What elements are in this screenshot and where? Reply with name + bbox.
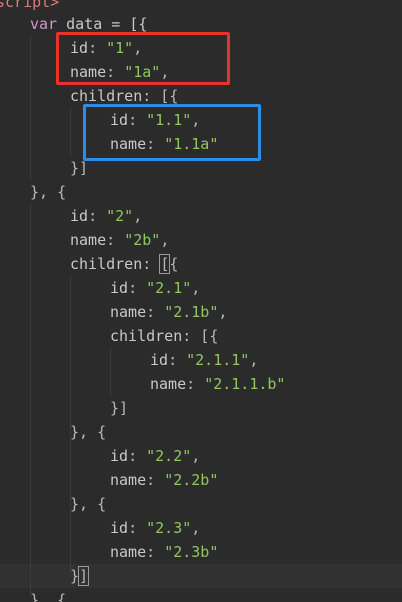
code-token: :	[146, 303, 165, 321]
code-token: "2.2"	[146, 447, 192, 465]
code-token: "2b"	[124, 231, 161, 249]
code-token: : [{	[142, 87, 179, 105]
code-token: id	[150, 351, 169, 369]
code-token: id	[70, 207, 89, 225]
code-token: }]	[110, 399, 129, 417]
code-token: "2.2b"	[164, 471, 219, 489]
indent-guide	[30, 36, 31, 180]
code-token: data = [{	[57, 15, 148, 33]
code-editor[interactable]: }, {}] name: "2.3b" id: "2.3",}, {name: "2…	[0, 0, 402, 602]
code-token: :	[88, 207, 107, 225]
code-token: children	[110, 327, 183, 345]
indent-guide	[70, 108, 71, 156]
code-token: :	[142, 255, 161, 273]
code-token: ,	[133, 207, 143, 225]
code-token: "2.1"	[146, 279, 192, 297]
code-token: name	[70, 231, 107, 249]
code-token: }, {	[70, 495, 107, 513]
code-token: :	[146, 543, 165, 561]
code-token: :	[128, 279, 147, 297]
code-token: }	[70, 567, 80, 585]
code-token: ,	[191, 447, 201, 465]
indent-guide	[110, 348, 111, 396]
red-highlight-box	[56, 32, 230, 85]
blue-highlight-box	[83, 104, 261, 161]
code-token: name	[150, 375, 187, 393]
code-token: script>	[0, 0, 60, 11]
code-token: ,	[160, 231, 170, 249]
code-token: }, {	[30, 591, 67, 602]
code-token: :	[186, 375, 205, 393]
code-token: :	[168, 351, 187, 369]
code-token: "2.1.1.b"	[204, 375, 286, 393]
code-token: children	[70, 87, 143, 105]
code-token: :	[128, 447, 147, 465]
code-token: id	[110, 447, 129, 465]
code-token: ,	[249, 351, 259, 369]
code-token: id	[110, 279, 129, 297]
code-token: }, {	[30, 183, 67, 201]
code-token: var	[30, 15, 58, 33]
indent-guide	[70, 276, 71, 576]
code-token: ,	[218, 303, 228, 321]
matched-bracket: [	[159, 254, 171, 274]
code-token: :	[146, 471, 165, 489]
code-token: : [{	[182, 327, 219, 345]
code-token: }]	[70, 159, 89, 177]
code-token: ,	[191, 519, 201, 537]
indent-guide	[30, 204, 31, 594]
code-token: name	[110, 471, 147, 489]
code-token: "2.3"	[146, 519, 192, 537]
code-token: id	[110, 519, 129, 537]
code-line[interactable]: }]	[0, 564, 402, 588]
code-token: ,	[191, 279, 201, 297]
code-token: "2.1b"	[164, 303, 219, 321]
code-token: :	[128, 519, 147, 537]
code-token: children	[70, 255, 143, 273]
code-token: "2"	[106, 207, 134, 225]
matched-bracket: ]	[78, 566, 90, 586]
code-token: "2.3b"	[164, 543, 219, 561]
code-token: name	[110, 303, 147, 321]
code-token: :	[106, 231, 125, 249]
code-token: "2.1.1"	[186, 351, 250, 369]
code-token: {	[169, 255, 179, 273]
code-token: }, {	[70, 423, 107, 441]
code-token: name	[110, 543, 147, 561]
